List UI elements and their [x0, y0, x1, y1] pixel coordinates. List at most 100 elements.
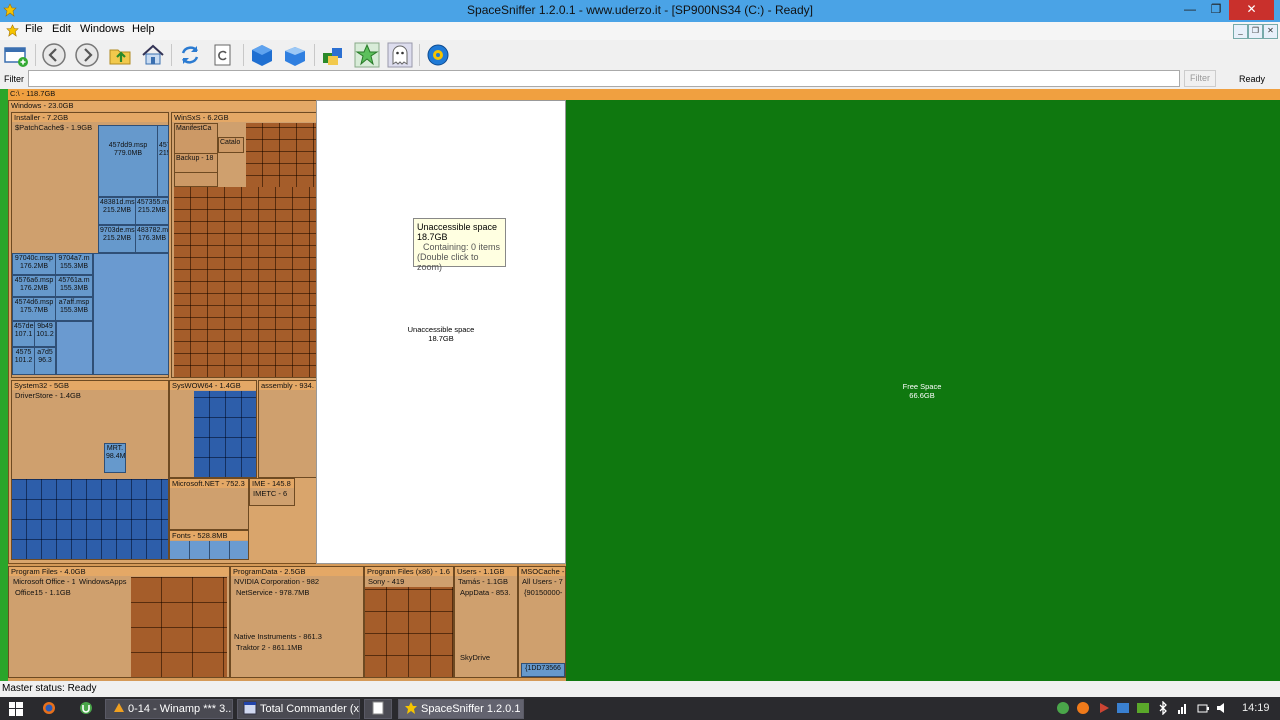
programfiles-small-folders[interactable]: [131, 577, 227, 677]
utorrent-icon[interactable]: [79, 701, 93, 715]
close-button[interactable]: ✕: [1229, 0, 1274, 20]
free-space-block[interactable]: Free Space 66.6GB: [566, 100, 1280, 681]
allusers-header: All Users - 7: [520, 577, 565, 586]
file-cell[interactable]: 9704a7.m 155.3MB: [55, 253, 93, 275]
power-tray-icon[interactable]: [1196, 701, 1210, 715]
winamp-icon: [114, 703, 124, 712]
tamas-header: Tamás - 1.1GB: [456, 577, 516, 586]
nvidia-header: NVIDIA Corporation - 982: [232, 577, 326, 586]
tag-cubes-icon[interactable]: [320, 42, 346, 68]
users-folder[interactable]: Users - 1.1GB Tamás - 1.1GB AppData - 85…: [454, 566, 518, 678]
root-header[interactable]: C:\ - 118.7GB: [8, 89, 1280, 100]
maximize-button[interactable]: ❐: [1202, 0, 1230, 20]
file-cell[interactable]: 97040c.msp 176.2MB: [12, 253, 56, 275]
winsxs-small-folders[interactable]: [246, 123, 316, 187]
network-monitor-tray-icon[interactable]: [1116, 701, 1130, 715]
programdata-folder[interactable]: ProgramData - 2.5GB NVIDIA Corporation -…: [230, 566, 364, 678]
programfiles-x86-folder[interactable]: Program Files (x86) - 1.6 Sony - 419: [364, 566, 454, 678]
app-menu-icon[interactable]: [6, 24, 19, 37]
home-icon[interactable]: [140, 42, 166, 68]
small-files-group[interactable]: [93, 253, 169, 375]
syswow64-small-files[interactable]: [194, 391, 256, 477]
small-files-group[interactable]: [56, 321, 93, 375]
file-cell[interactable]: a7aff.msp 155.3MB: [55, 297, 93, 321]
favorite-star-icon[interactable]: [354, 42, 380, 68]
file-cell[interactable]: 457215: [157, 125, 169, 197]
file-cell[interactable]: 9703de.ms 215.2MB: [98, 225, 136, 253]
folder-up-icon[interactable]: [107, 42, 133, 68]
menu-file[interactable]: File: [25, 23, 43, 35]
msocache-folder[interactable]: MSOCache - All Users - 7 {90150000- {1DD…: [518, 566, 566, 678]
firefox-icon[interactable]: [42, 701, 56, 715]
winsxs-folder[interactable]: WinSxS - 6.2GB ManifestCa Catalo Backup …: [171, 112, 317, 378]
winsxs-small-folders[interactable]: [174, 187, 316, 377]
filter-row: Filter Filter Ready: [0, 69, 1280, 89]
file-cell[interactable]: 45761a.m 155.3MB: [55, 275, 93, 297]
bluetooth-tray-icon[interactable]: [1156, 701, 1170, 715]
file-cell[interactable]: 457355.m 215.2MB: [135, 197, 169, 225]
ime-folder[interactable]: IME - 145.8 IMETC - 6: [249, 478, 295, 506]
assembly-folder[interactable]: assembly - 934.: [258, 380, 317, 478]
unaccessible-space-name: Unaccessible space: [407, 325, 475, 334]
filter-button[interactable]: Filter: [1184, 70, 1216, 87]
file-cell[interactable]: 48381d.ms 215.2MB: [98, 197, 136, 225]
settings-gear-icon[interactable]: [425, 42, 451, 68]
mdi-close-button[interactable]: ✕: [1263, 24, 1278, 39]
new-scan-icon[interactable]: [3, 42, 29, 68]
system32-folder[interactable]: System32 - 5GB DriverStore - 1.4GB MRT. 9…: [11, 380, 169, 560]
file-cell[interactable]: 4574d6.msp 175.7MB: [12, 297, 56, 321]
fonts-small-files[interactable]: [170, 541, 248, 559]
mdi-restore-button[interactable]: ❐: [1248, 24, 1263, 39]
back-icon[interactable]: [41, 42, 67, 68]
refresh-icon[interactable]: [177, 42, 203, 68]
programfiles-x86-small-folders[interactable]: [365, 587, 453, 677]
cube-icon[interactable]: [249, 42, 275, 68]
fonts-folder[interactable]: Fonts - 528.8MB: [169, 530, 249, 560]
driverstore-header: DriverStore - 1.4GB: [13, 391, 103, 400]
file-cell[interactable]: 4576a6.msp 176.2MB: [12, 275, 56, 297]
menu-help[interactable]: Help: [132, 23, 155, 35]
office15-header: Office15 - 1.1GB: [13, 588, 75, 597]
file-cell[interactable]: a7d5 96.3: [34, 347, 56, 375]
file-cell[interactable]: 457de 107.1: [12, 321, 35, 347]
file-cell[interactable]: 483782.m 176.3MB: [135, 225, 169, 253]
winsxs-backup-folder[interactable]: Backup - 18: [174, 153, 218, 173]
filter-input[interactable]: [28, 70, 1180, 87]
mdi-minimize-button[interactable]: _: [1233, 24, 1248, 39]
menu-bar: File Edit Windows Help _ ❐ ✕: [0, 22, 1280, 40]
minimize-button[interactable]: —: [1176, 0, 1204, 20]
nvidia-tray-icon[interactable]: [1136, 701, 1150, 715]
unaccessible-space-block[interactable]: Unaccessible space 18.7GB: [316, 100, 566, 564]
skydrive-header: SkyDrive: [458, 653, 494, 662]
syswow64-folder[interactable]: SysWOW64 - 1.4GB: [169, 380, 257, 478]
cube-open-icon[interactable]: [282, 42, 308, 68]
signal-tray-icon[interactable]: [1176, 701, 1190, 715]
system32-header: System32 - 5GB: [12, 381, 168, 390]
taskbar-clock: 14:19: [1242, 702, 1270, 714]
ghost-icon[interactable]: [387, 42, 413, 68]
media-tray-icon[interactable]: [1097, 701, 1111, 715]
microsoftnet-header: Microsoft.NET - 752.3: [170, 479, 248, 488]
msocache-guid-file[interactable]: {1DD73566: [521, 663, 565, 677]
free-space-size: 66.6GB: [909, 391, 935, 400]
root-left-strip: [0, 89, 8, 681]
installer-folder[interactable]: Installer - 7.2GB $PatchCache$ - 1.9GB 4…: [11, 112, 169, 378]
file-cell[interactable]: MRT. 98.4M: [104, 443, 126, 473]
treemap-view[interactable]: C:\ - 118.7GB Windows - 23.0GB Installer…: [0, 89, 1280, 681]
winsxs-catalog-folder[interactable]: Catalo: [218, 137, 244, 153]
document-refresh-icon[interactable]: [210, 42, 236, 68]
programfiles-folder[interactable]: Program Files - 4.0GB Microsoft Office -…: [8, 566, 230, 678]
file-cell[interactable]: 457dd9.msp 779.0MB: [98, 125, 158, 197]
utorrent-tray-icon[interactable]: [1056, 701, 1070, 715]
file-cell[interactable]: 9b49 101.2: [34, 321, 56, 347]
msocache-guid-header: {90150000-: [522, 588, 565, 597]
avast-tray-icon[interactable]: [1076, 701, 1090, 715]
menu-edit[interactable]: Edit: [52, 23, 71, 35]
volume-tray-icon[interactable]: [1215, 701, 1229, 715]
forward-icon[interactable]: [74, 42, 100, 68]
microsoftnet-folder[interactable]: Microsoft.NET - 752.3: [169, 478, 249, 530]
windows-start-icon[interactable]: [9, 702, 23, 716]
system32-small-files[interactable]: [12, 479, 168, 559]
menu-windows[interactable]: Windows: [80, 23, 125, 35]
file-cell[interactable]: 4575 101.2: [12, 347, 35, 375]
